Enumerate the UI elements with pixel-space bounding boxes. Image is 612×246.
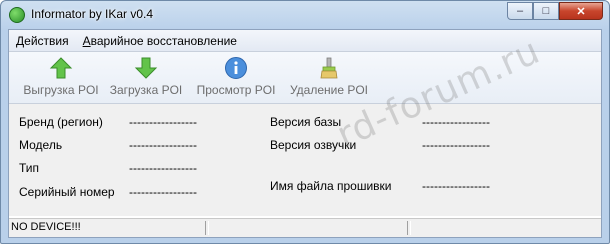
status-separator [205, 221, 209, 235]
window-title: Informator by IKar v0.4 [31, 7, 154, 21]
voice-version-label: Версия озвучки [270, 138, 357, 152]
brand-label: Бренд (регион) [19, 115, 103, 129]
window-controls: – □ ✕ [507, 2, 603, 21]
firmware-file-label: Имя файла прошивки [270, 179, 392, 193]
menu-actions-mnemonic: Д [16, 33, 25, 48]
import-poi-label: Загрузка POI [109, 83, 183, 97]
device-info-panel: Бренд (регион) ----------------- Модель … [9, 104, 601, 216]
status-separator [407, 221, 411, 235]
model-value: ----------------- [129, 138, 197, 152]
arrow-up-icon [49, 56, 73, 80]
menu-actions-label: ействия [24, 33, 69, 48]
type-value: ----------------- [129, 161, 197, 175]
status-text: NO DEVICE!!! [11, 221, 81, 233]
voice-version-value: ----------------- [422, 138, 490, 152]
brand-value: ----------------- [129, 115, 197, 129]
minimize-icon: – [516, 5, 524, 17]
close-icon: ✕ [576, 5, 586, 18]
client-area: Действия Аварийное восстановление Выгруз… [8, 29, 602, 238]
firmware-file-value: ----------------- [422, 179, 490, 193]
maximize-button[interactable]: □ [533, 2, 559, 20]
status-bar: NO DEVICE!!! [9, 218, 601, 237]
type-label: Тип [19, 161, 40, 175]
import-poi-button[interactable]: Загрузка POI [101, 56, 191, 100]
brush-icon [317, 56, 341, 80]
db-version-label: Версия базы [270, 115, 342, 129]
delete-poi-button[interactable]: Удаление POI [285, 56, 373, 100]
menu-recovery-label: варийное восстановление [90, 33, 237, 48]
export-poi-button[interactable]: Выгрузка POI [15, 56, 107, 100]
serial-value: ----------------- [129, 185, 197, 199]
maximize-icon: □ [542, 5, 550, 17]
view-poi-button[interactable]: Просмотр POI [193, 56, 279, 100]
minimize-button[interactable]: – [507, 2, 533, 20]
app-window: Informator by IKar v0.4 – □ ✕ Действия А… [0, 0, 610, 244]
serial-label: Серийный номер [19, 185, 115, 199]
menu-actions[interactable]: Действия [9, 30, 76, 52]
info-icon [224, 56, 248, 80]
title-bar[interactable]: Informator by IKar v0.4 – □ ✕ [1, 1, 609, 29]
menu-recovery-mnemonic: А [82, 33, 91, 48]
close-button[interactable]: ✕ [559, 2, 603, 20]
db-version-value: ----------------- [422, 115, 490, 129]
menu-emergency-recovery[interactable]: Аварийное восстановление [76, 30, 244, 52]
arrow-down-icon [134, 56, 158, 80]
export-poi-label: Выгрузка POI [23, 83, 99, 97]
delete-poi-label: Удаление POI [289, 83, 369, 97]
view-poi-label: Просмотр POI [196, 83, 276, 97]
model-label: Модель [19, 138, 63, 152]
toolbar: Выгрузка POI Загрузка POI Просмотр POI У… [9, 52, 601, 104]
menu-bar: Действия Аварийное восстановление [9, 30, 601, 52]
app-icon [9, 7, 25, 23]
